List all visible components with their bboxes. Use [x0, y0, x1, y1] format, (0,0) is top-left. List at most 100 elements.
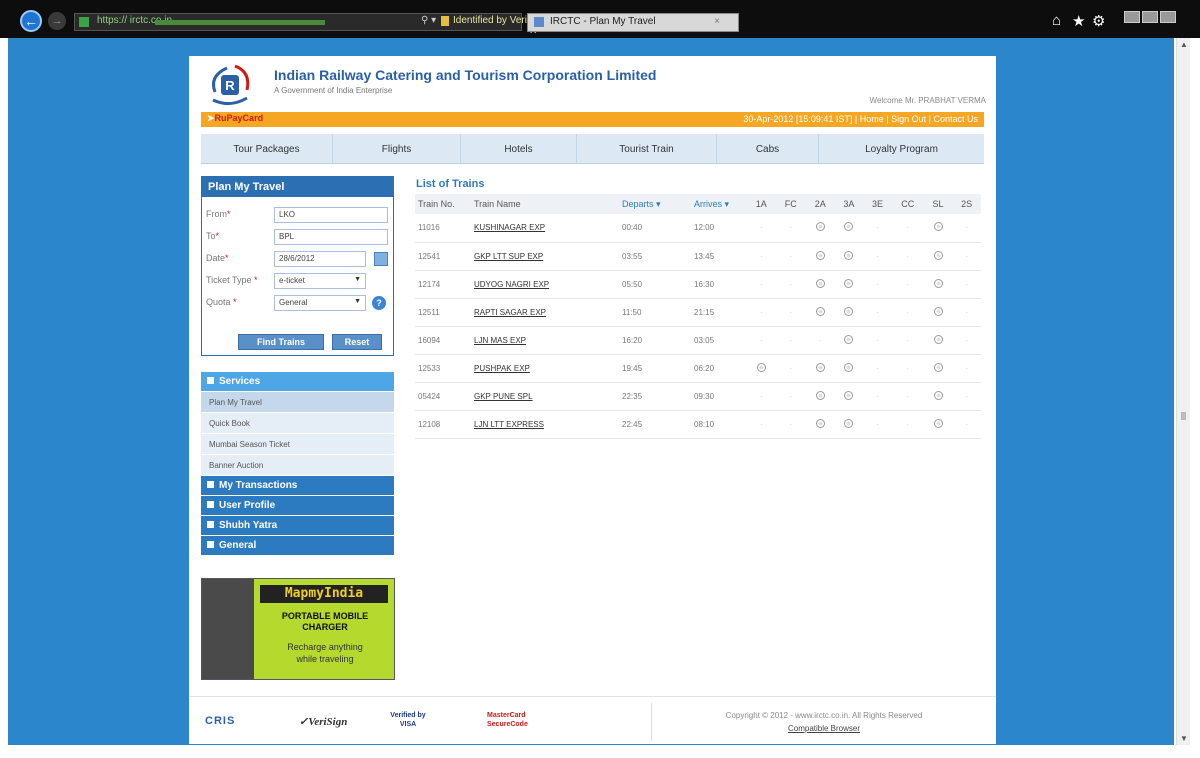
- col-departs[interactable]: Departs ▾: [619, 194, 691, 214]
- menu-tour-packages[interactable]: Tour Packages: [201, 134, 333, 164]
- top-links[interactable]: 30-Apr-2012 [15:09:41 IST] | Home | Sign…: [743, 114, 978, 124]
- class-cell[interactable]: [834, 214, 864, 243]
- find-trains-button[interactable]: Find Trains: [238, 334, 324, 350]
- class-radio[interactable]: [815, 362, 825, 372]
- service-item-banner-auction[interactable]: Banner Auction: [201, 455, 394, 476]
- vertical-scrollbar[interactable]: ▲ ▼: [1176, 38, 1190, 745]
- class-radio[interactable]: [815, 418, 825, 428]
- menu-tourist-train[interactable]: Tourist Train: [577, 134, 717, 164]
- home-icon[interactable]: ⌂: [1052, 12, 1061, 29]
- class-radio[interactable]: [844, 222, 854, 232]
- class-cell[interactable]: [923, 382, 953, 411]
- class-cell[interactable]: [834, 242, 864, 271]
- maximize-button[interactable]: [1142, 11, 1158, 23]
- class-radio[interactable]: [844, 278, 854, 288]
- class-radio[interactable]: [815, 306, 825, 316]
- tab-close-icon[interactable]: ×: [714, 16, 720, 27]
- scroll-thumb[interactable]: [1181, 412, 1186, 420]
- from-field[interactable]: LKO: [274, 207, 388, 223]
- favorites-star-icon[interactable]: ★: [1072, 12, 1085, 30]
- class-radio[interactable]: [933, 306, 943, 316]
- to-field[interactable]: BPL: [274, 229, 388, 245]
- class-radio[interactable]: [933, 334, 943, 344]
- quota-select[interactable]: General ▼: [274, 295, 366, 311]
- class-cell[interactable]: [923, 242, 953, 271]
- menu-cabs[interactable]: Cabs: [717, 134, 819, 164]
- train-name-link[interactable]: GKP LTT SUP EXP: [471, 242, 619, 271]
- scroll-down-icon[interactable]: ▼: [1180, 734, 1188, 743]
- service-item-mumbai-season-ticket[interactable]: Mumbai Season Ticket: [201, 434, 394, 455]
- class-cell[interactable]: [923, 214, 953, 243]
- class-radio[interactable]: [933, 418, 943, 428]
- service-item-plan-my-travel[interactable]: Plan My Travel: [201, 392, 394, 413]
- compatible-browser-link[interactable]: Compatible Browser: [659, 724, 989, 733]
- search-dropdown-icon[interactable]: ⚲ ▾: [421, 15, 436, 26]
- class-cell[interactable]: [923, 326, 953, 355]
- class-radio[interactable]: [756, 362, 766, 372]
- class-cell[interactable]: [805, 354, 835, 383]
- section-user-profile[interactable]: User Profile: [201, 496, 394, 516]
- class-cell[interactable]: [805, 410, 835, 439]
- class-cell[interactable]: [805, 214, 835, 243]
- class-radio[interactable]: [933, 362, 943, 372]
- forward-arrow-icon[interactable]: →: [48, 12, 66, 30]
- class-cell[interactable]: [834, 410, 864, 439]
- class-radio[interactable]: [844, 418, 854, 428]
- menu-hotels[interactable]: Hotels: [461, 134, 577, 164]
- rupay-card-link[interactable]: RuPayCard: [207, 113, 264, 124]
- class-radio[interactable]: [933, 278, 943, 288]
- back-arrow-icon[interactable]: ←: [20, 10, 42, 32]
- train-name-link[interactable]: PUSHPAK EXP: [471, 354, 619, 383]
- lock-icon[interactable]: [441, 16, 449, 26]
- class-cell[interactable]: [923, 354, 953, 383]
- train-name-link[interactable]: KUSHINAGAR EXP: [471, 214, 619, 243]
- menu-loyalty-program[interactable]: Loyalty Program: [819, 134, 984, 164]
- class-cell[interactable]: [805, 242, 835, 271]
- section-my-transactions[interactable]: My Transactions: [201, 476, 394, 496]
- class-radio[interactable]: [815, 250, 825, 260]
- class-cell[interactable]: [805, 270, 835, 299]
- class-radio[interactable]: [844, 334, 854, 344]
- class-radio[interactable]: [844, 250, 854, 260]
- class-radio[interactable]: [815, 278, 825, 288]
- class-cell[interactable]: [834, 270, 864, 299]
- class-radio[interactable]: [933, 250, 943, 260]
- reset-button[interactable]: Reset: [332, 334, 382, 350]
- date-field[interactable]: 28/6/2012: [274, 251, 366, 267]
- class-cell[interactable]: [834, 298, 864, 327]
- train-name-link[interactable]: LJN MAS EXP: [471, 326, 619, 355]
- address-bar[interactable]: https:// irctc.co.in ⚲ ▾ Identified by V…: [74, 13, 537, 37]
- identity-label[interactable]: Identified by Veri...: [453, 15, 535, 26]
- class-radio[interactable]: [933, 390, 943, 400]
- class-radio[interactable]: [815, 222, 825, 232]
- section-general[interactable]: General: [201, 536, 394, 556]
- class-cell[interactable]: [923, 270, 953, 299]
- class-cell[interactable]: [834, 354, 864, 383]
- calendar-icon[interactable]: [374, 252, 388, 266]
- class-cell[interactable]: [805, 382, 835, 411]
- minimize-button[interactable]: [1124, 11, 1140, 23]
- close-window-button[interactable]: [1160, 11, 1176, 23]
- menu-flights[interactable]: Flights: [333, 134, 461, 164]
- train-name-link[interactable]: UDYOG NAGRI EXP: [471, 270, 619, 299]
- train-name-link[interactable]: RAPTI SAGAR EXP: [471, 298, 619, 327]
- class-cell[interactable]: [805, 298, 835, 327]
- services-header[interactable]: Services: [201, 372, 394, 392]
- service-item-quick-book[interactable]: Quick Book: [201, 413, 394, 434]
- class-cell[interactable]: [834, 326, 864, 355]
- class-cell[interactable]: [834, 382, 864, 411]
- train-name-link[interactable]: LJN LTT EXPRESS: [471, 410, 619, 439]
- class-cell[interactable]: [923, 298, 953, 327]
- tab-irctc[interactable]: IRCTC - Plan My Travel ×: [527, 13, 739, 32]
- irctc-logo-icon[interactable]: R: [205, 62, 255, 108]
- class-cell[interactable]: [923, 410, 953, 439]
- scroll-up-icon[interactable]: ▲: [1180, 40, 1188, 49]
- class-radio[interactable]: [844, 362, 854, 372]
- class-radio[interactable]: [844, 306, 854, 316]
- help-icon[interactable]: ?: [372, 296, 386, 310]
- class-radio[interactable]: [815, 390, 825, 400]
- ticket-type-select[interactable]: e-ticket ▼: [274, 273, 366, 289]
- gear-icon[interactable]: ⚙: [1092, 12, 1105, 30]
- train-name-link[interactable]: GKP PUNE SPL: [471, 382, 619, 411]
- class-radio[interactable]: [844, 390, 854, 400]
